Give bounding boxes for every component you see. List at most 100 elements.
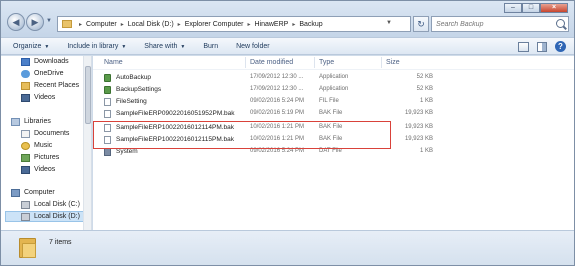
file-name: BackupSettings (116, 86, 162, 93)
libraries-icon (11, 117, 20, 126)
nav-item-libraries[interactable]: Libraries (11, 116, 51, 127)
file-row-backupsettings[interactable]: BackupSettings 17/09/2012 12:30 ... Appl… (93, 85, 433, 95)
back-button[interactable]: ◀ (7, 13, 25, 31)
include-in-library-label: Include in library (67, 42, 119, 50)
column-divider[interactable] (245, 57, 246, 68)
nav-item-computer[interactable]: Computer (11, 187, 55, 198)
scrollbar-thumb[interactable] (85, 66, 91, 124)
column-header-name[interactable]: Name (104, 59, 123, 66)
recent-locations-chevron-icon[interactable]: ▼ (46, 18, 54, 26)
folder-icon (62, 20, 72, 28)
file-type: BAK File (319, 110, 343, 116)
nav-item-pictures[interactable]: Pictures (21, 152, 59, 163)
chevron-down-icon: ▼ (44, 43, 50, 50)
window-controls: – □ × (504, 3, 568, 13)
breadcrumb-separator-icon[interactable]: ▸ (247, 21, 250, 28)
chevron-down-icon: ▼ (180, 43, 186, 50)
burn-button[interactable]: Burn (203, 43, 218, 50)
folder-icon (19, 235, 36, 258)
breadcrumb-hinawerp[interactable]: HinawERP (254, 21, 288, 28)
view-controls: ? (518, 41, 566, 52)
nav-item-label: Videos (34, 166, 56, 173)
file-name: SampleFileERP09022016051952PM.bak (116, 110, 235, 117)
include-in-library-button[interactable]: Include in library ▼ (67, 43, 126, 50)
nav-item-music[interactable]: Music (21, 140, 52, 151)
nav-item-videos-favorite[interactable]: Videos (21, 92, 55, 103)
file-size: 19,923 KB (404, 110, 433, 116)
close-button[interactable]: × (540, 3, 568, 13)
nav-item-recent-places[interactable]: Recent Places (21, 80, 79, 91)
preview-pane-icon[interactable] (537, 41, 547, 52)
file-size: 19,923 KB (404, 124, 433, 130)
nav-item-videos-library[interactable]: Videos (21, 164, 55, 175)
share-with-label: Share with (144, 42, 178, 50)
nav-item-downloads[interactable]: Downloads (21, 56, 69, 67)
nav-item-label: Videos (34, 94, 56, 101)
organize-button[interactable]: Organize ▼ (13, 43, 49, 50)
breadcrumb-explorer-computer[interactable]: Explorer Computer (185, 21, 244, 28)
help-icon[interactable]: ? (555, 41, 566, 52)
breadcrumb-separator-icon[interactable]: ▸ (79, 21, 82, 28)
maximize-button[interactable]: □ (522, 3, 540, 13)
file-list: Name Date modified Type Size AutoBackup … (93, 56, 574, 230)
onedrive-icon (21, 69, 30, 78)
column-divider[interactable] (314, 57, 315, 68)
file-row-autobackup[interactable]: AutoBackup 17/09/2012 12:30 ... Applicat… (93, 73, 433, 83)
search-box[interactable] (431, 16, 569, 32)
share-with-button[interactable]: Share with ▼ (144, 43, 185, 50)
navigation-scrollbar[interactable] (83, 56, 91, 230)
pictures-icon (21, 153, 30, 162)
column-header-type[interactable]: Type (319, 59, 334, 66)
recent-places-icon (21, 81, 30, 90)
breadcrumb-separator-icon[interactable]: ▸ (178, 21, 181, 28)
column-header-size[interactable]: Size (386, 59, 400, 66)
file-name: System (116, 148, 138, 155)
search-input[interactable] (432, 17, 552, 31)
nav-item-label: Computer (24, 189, 55, 196)
file-date: 17/09/2012 12:30 ... (250, 74, 304, 80)
file-size: 19,923 KB (404, 136, 433, 142)
nav-item-label: Local Disk (D:) (34, 213, 80, 220)
chevron-down-icon: ▼ (121, 43, 127, 50)
breadcrumb-separator-icon[interactable]: ▸ (292, 21, 295, 28)
nav-item-onedrive[interactable]: OneDrive (21, 68, 64, 79)
nav-item-label: Documents (34, 130, 70, 137)
downloads-icon (21, 57, 30, 66)
header-divider (93, 69, 574, 70)
file-type: Application (319, 74, 349, 80)
refresh-button[interactable]: ↻ (413, 16, 429, 32)
file-size: 1 KB (419, 98, 433, 104)
application-icon (104, 86, 111, 94)
breadcrumb-local-disk-d[interactable]: Local Disk (D:) (128, 21, 174, 28)
system-file-icon (104, 148, 111, 156)
file-date: 09/02/2016 5:19 PM (250, 110, 305, 116)
file-size: 52 KB (416, 86, 433, 92)
highlight-annotation-box (93, 121, 391, 149)
file-row-bak-0902[interactable]: SampleFileERP09022016051952PM.bak 09/02/… (93, 109, 433, 119)
breadcrumb-separator-icon[interactable]: ▸ (121, 21, 124, 28)
file-name: AutoBackup (116, 74, 152, 81)
videos-icon (21, 93, 30, 102)
breadcrumb-computer[interactable]: Computer (86, 21, 117, 28)
new-folder-button[interactable]: New folder (236, 43, 269, 50)
nav-item-documents[interactable]: Documents (21, 128, 69, 139)
navigation-pane: Downloads OneDrive Recent Places Videos … (1, 56, 92, 230)
file-row-filesetting[interactable]: FileSetting 09/02/2016 5:24 PM FIL File … (93, 97, 433, 107)
file-size: 1 KB (419, 148, 433, 154)
column-divider[interactable] (381, 57, 382, 68)
file-size: 52 KB (416, 74, 433, 80)
file-type: Application (319, 86, 349, 92)
breadcrumb-backup[interactable]: Backup (299, 21, 322, 28)
column-header-date-modified[interactable]: Date modified (250, 59, 293, 66)
forward-button[interactable]: ▶ (26, 13, 44, 31)
address-dropdown-chevron-icon[interactable]: ▼ (386, 20, 392, 26)
search-icon[interactable] (556, 19, 565, 28)
details-pane: 7 items (1, 230, 574, 265)
nav-item-label: Local Disk (C:) (34, 201, 80, 208)
address-bar[interactable]: ▸ Computer ▸ Local Disk (D:) ▸ Explorer … (57, 16, 411, 32)
nav-item-local-disk-c[interactable]: Local Disk (C:) (21, 199, 80, 210)
nav-item-label: Music (34, 142, 53, 149)
change-view-icon[interactable] (518, 41, 529, 52)
nav-item-local-disk-d[interactable]: Local Disk (D:) (5, 211, 89, 222)
minimize-button[interactable]: – (504, 3, 522, 13)
